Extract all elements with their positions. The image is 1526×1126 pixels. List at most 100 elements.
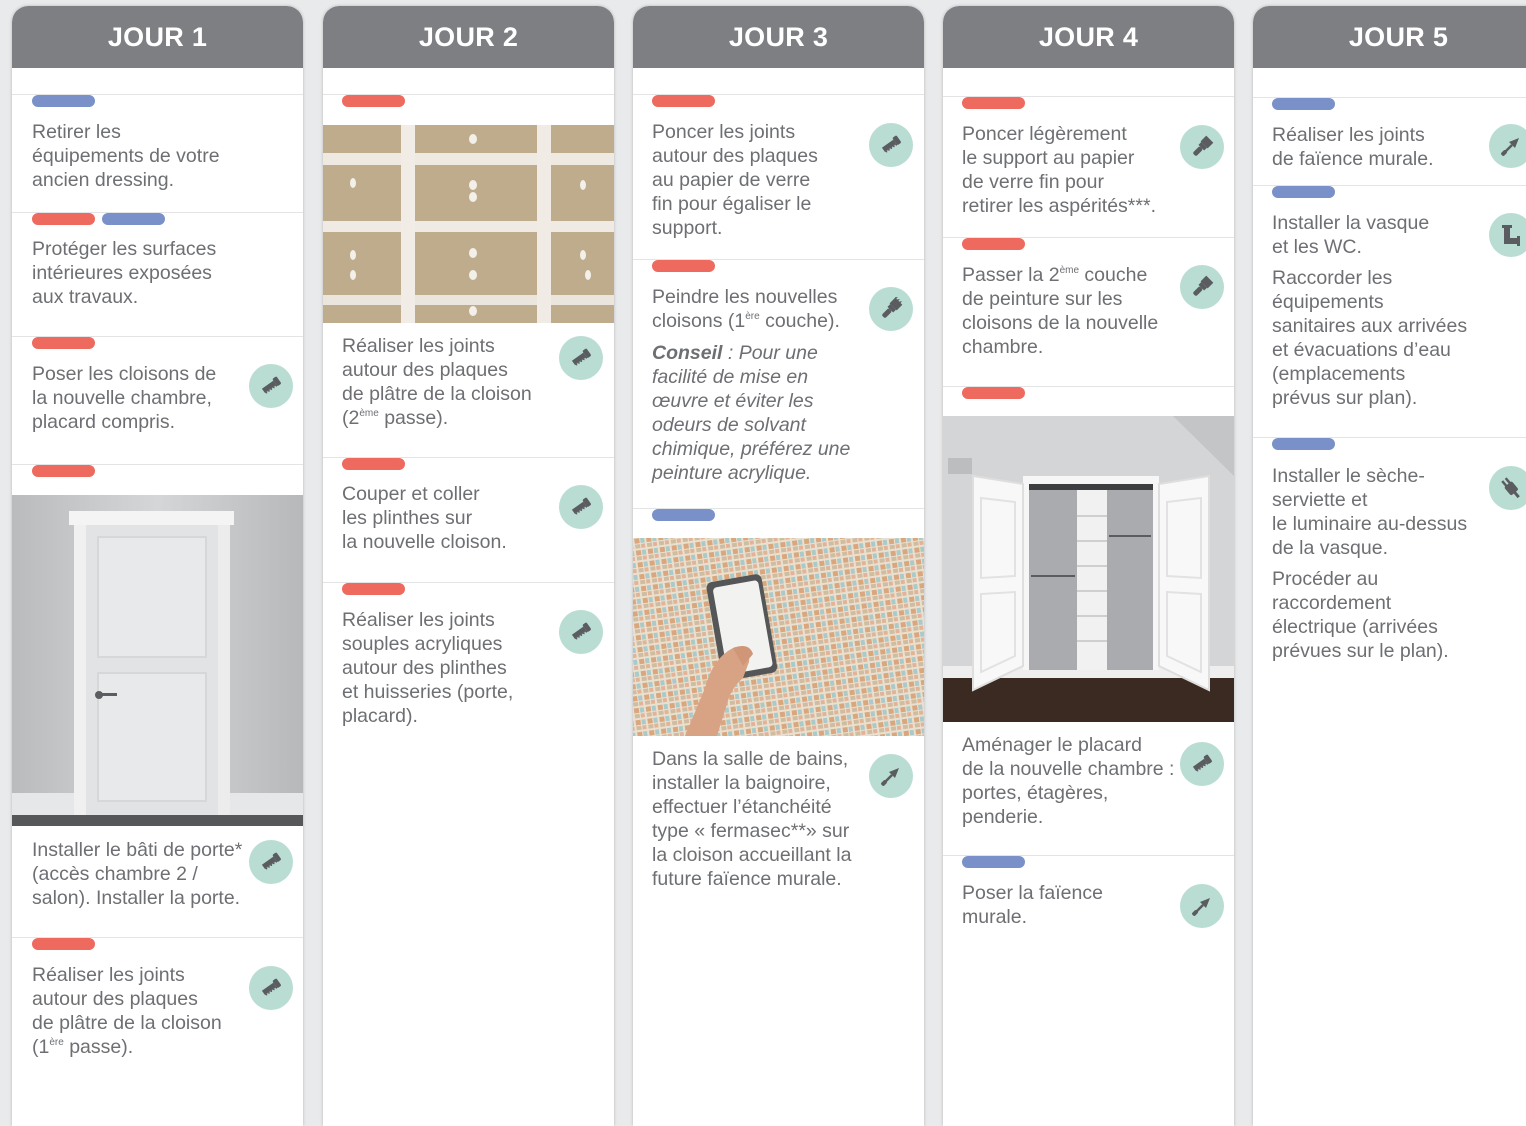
day-header: JOUR 5 [1253,6,1526,68]
text-line: type « fermasec**» sur [652,820,850,842]
text-line: et évacuations d’eau [1272,339,1451,361]
text-line: de peinture sur les [962,288,1123,310]
text-line: ancien dressing. [32,169,175,191]
day-column-2: JOUR 2 Réaliser les joints autour des pl… [323,6,614,1126]
text-line: effectuer l’étanchéité [652,796,832,818]
text-line: de plâtre de la cloison [342,383,532,405]
closet-photo [943,416,1234,722]
text-line: électrique (arrivées [1272,616,1438,638]
category-pill-red [962,238,1025,250]
text-line: autour des plaques [32,988,198,1010]
text-line: autour des plaques [342,359,508,381]
text-line: odeurs de solvant [652,414,806,436]
text-line: de verre fin pour [962,171,1104,193]
category-pill-red [342,583,405,595]
text-line: cloisons (1ère couche). [652,310,840,332]
text-line: Poser la faïence [962,882,1103,904]
text-line: serviette et [1272,489,1368,511]
text-line: de plâtre de la cloison [32,1012,222,1034]
text-line: (emplacements [1272,363,1406,385]
task-text: Installer la vasque et les WC. Raccorder… [1272,211,1467,410]
text-line: chimique, préférez une [652,438,851,460]
trowel-icon [869,754,913,798]
task-text: Couper et coller les plinthes sur la nou… [342,482,507,554]
text-line: équipements de votre [32,145,220,167]
category-pill-blue [962,856,1025,868]
day-column-1: JOUR 1 Retirer les équipements de votre … [12,6,303,1126]
task-text: Poncer les joints autour des plaques au … [652,120,818,240]
day-column-4: JOUR 4 Poncer légèrement le support au p… [943,6,1234,1126]
text-line: peinture acrylique. [652,462,812,484]
task-text: Dans la salle de bains, installer la bai… [652,747,851,891]
text-line: Protéger les surfaces [32,238,217,260]
text-line: support. [652,217,723,239]
text-line: facilité de mise en [652,366,809,388]
task-text: Retirer les équipements de votre ancien … [32,120,220,192]
text-line: (accès chambre 2 / [32,863,198,885]
text-line: Passer la 2ème couche [962,264,1148,286]
task-text: Installer le bâti de porte* (accès chamb… [32,838,242,910]
saw-icon [559,610,603,654]
text-line: souples acryliques [342,633,503,655]
text-line: intérieures exposées [32,262,212,284]
task-text: Poser la faïence murale. [962,881,1103,929]
text-line: le luminaire au-dessus [1272,513,1468,535]
saw-icon [249,966,293,1010]
task-text: Poncer légèrement le support au papier d… [962,122,1156,218]
category-pill-blue [652,509,715,521]
plug-icon [1489,466,1526,510]
text-line: chambre. [962,336,1044,358]
text-line: Réaliser les joints [342,335,495,357]
text-line: placard compris. [32,411,176,433]
text-line: Aménager le placard [962,734,1142,756]
paintbrush-icon [1180,265,1224,309]
saw-icon [249,840,293,884]
text-line: salon). Installer la porte. [32,887,241,909]
text-line: de faïence murale. [1272,148,1434,170]
task-text: Protéger les surfaces intérieures exposé… [32,237,216,309]
task-text: Peindre les nouvelles cloisons (1ère cou… [652,285,840,333]
text-line: Dans la salle de bains, [652,748,849,770]
text-line: de la nouvelle chambre : [962,758,1175,780]
plasterboard-joints-photo [323,125,614,323]
text-line: prévus sur plan). [1272,387,1418,409]
text-line: et les WC. [1272,236,1362,258]
text-line: le support au papier [962,147,1135,169]
task-text: Poser les cloisons de la nouvelle chambr… [32,362,216,434]
day-column-5: JOUR 5 Réaliser les joints de faïence mu… [1253,6,1526,1126]
text-line: autour des plinthes [342,657,507,679]
saw-icon [559,485,603,529]
text-line: la nouvelle cloison. [342,531,507,553]
saw-icon [249,364,293,408]
text-line: équipements [1272,291,1384,313]
text-line: prévues sur le plan). [1272,640,1449,662]
text-line: la nouvelle chambre, [32,387,212,409]
day-header: JOUR 1 [12,6,303,68]
text-line: future faïence murale. [652,868,842,890]
text-line: Conseil : Pour une [652,342,818,364]
text-line: Réaliser les joints [32,964,185,986]
text-line: Installer le bâti de porte* [32,839,243,861]
text-line: Installer la vasque [1272,212,1430,234]
text-line: Poser les cloisons de [32,363,217,385]
advice-note: Conseil : Pour une facilité de mise en œ… [652,341,850,485]
text-line: cloisons de la nouvelle [962,312,1159,334]
text-line: Réaliser les joints [1272,124,1425,146]
text-line: œuvre et éviter les [652,390,814,412]
category-pill-blue [1272,98,1335,110]
category-pill-blue [1272,438,1335,450]
category-pill-red [32,213,95,225]
text-line: Raccorder les [1272,267,1393,289]
text-line: autour des plaques [652,145,818,167]
paintbrush-icon [1180,125,1224,169]
text-line: installer la baignoire, [652,772,831,794]
text-line: et huisseries (porte, [342,681,514,703]
text-line: Réaliser les joints [342,609,495,631]
saw-icon [1180,742,1224,786]
task-text: Réaliser les joints de faïence murale. [1272,123,1434,171]
category-pill-blue [32,95,95,107]
text-line: retirer les aspérités***. [962,195,1156,217]
category-pill-red [32,938,95,950]
pipe-icon [1489,213,1526,257]
category-pill-red [962,97,1025,109]
